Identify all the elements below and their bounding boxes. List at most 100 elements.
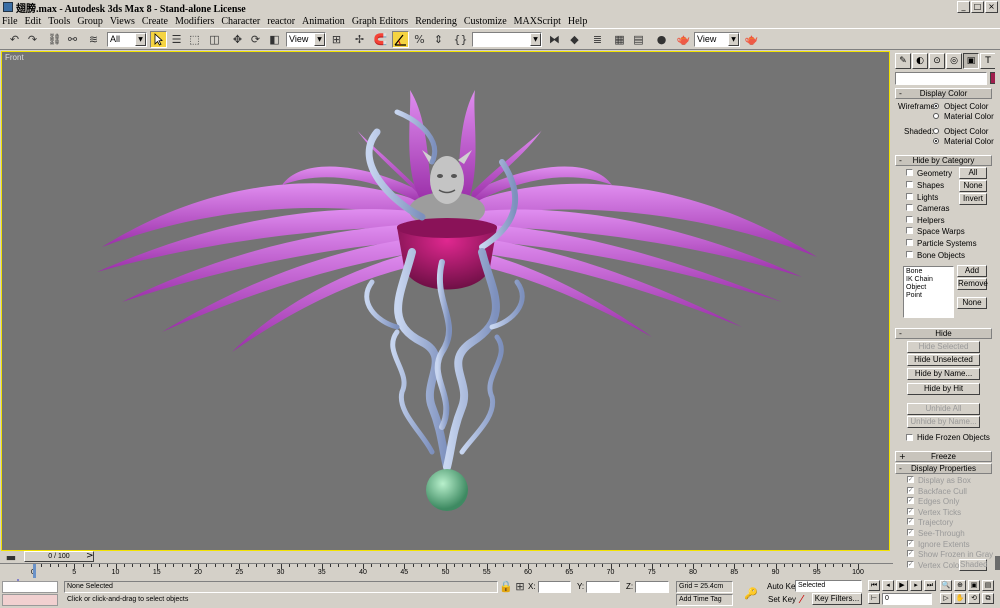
display-color-rollout[interactable]: - Display Color: [895, 88, 992, 99]
maxscript-listener-top[interactable]: [2, 581, 58, 593]
display-properties-rollout[interactable]: - Display Properties: [895, 463, 992, 474]
create-tab-icon[interactable]: ✎: [895, 53, 911, 69]
hide-selected-button[interactable]: Hide Selected: [907, 341, 980, 353]
maximize-button[interactable]: □: [971, 1, 984, 13]
go-to-start-icon[interactable]: ⏮: [868, 580, 880, 591]
hide-by-name-button[interactable]: Hide by Name...: [907, 368, 980, 380]
hide-by-hit-button[interactable]: Hide by Hit: [907, 383, 980, 395]
utilities-tab-icon[interactable]: T: [980, 53, 996, 69]
geometry-checkbox[interactable]: [906, 169, 913, 176]
hide-frozen-checkbox[interactable]: [906, 434, 913, 441]
menu-rendering[interactable]: Rendering: [415, 16, 457, 27]
hide-unselected-button[interactable]: Hide Unselected: [907, 354, 980, 366]
cameras-checkbox[interactable]: [906, 204, 913, 211]
unhide-all-button[interactable]: Unhide All: [907, 403, 980, 415]
select-and-scale-icon[interactable]: ◧: [266, 31, 283, 48]
menu-tools[interactable]: Tools: [48, 16, 70, 27]
vertex-colors-shaded-button[interactable]: Shaded: [959, 559, 988, 571]
close-button[interactable]: ×: [985, 1, 998, 13]
redo-icon[interactable]: ↷: [24, 31, 41, 48]
quick-render-icon[interactable]: 🫖: [743, 31, 760, 48]
mirror-icon[interactable]: ⧓: [546, 31, 563, 48]
window-crossing-icon[interactable]: ◫: [206, 31, 223, 48]
particle-systems-checkbox[interactable]: [906, 239, 913, 246]
spinner-snap-icon[interactable]: ⇕: [430, 31, 447, 48]
z-coordinate-field[interactable]: [635, 581, 669, 593]
lock-selection-icon[interactable]: 🔒: [499, 580, 513, 593]
zoom-extents-all-icon[interactable]: ▤: [982, 580, 994, 591]
time-slider[interactable]: 0 / 100: [24, 551, 94, 562]
helpers-checkbox[interactable]: [906, 216, 913, 223]
undo-icon[interactable]: ↶: [6, 31, 23, 48]
minimize-button[interactable]: _: [957, 1, 970, 13]
current-frame-field[interactable]: 0: [882, 593, 932, 605]
scrollbar-thumb[interactable]: [995, 556, 1000, 570]
hide-by-category-rollout[interactable]: - Hide by Category: [895, 155, 992, 166]
schematic-view-icon[interactable]: ▤: [630, 31, 647, 48]
trajectory-checkbox[interactable]: ✓: [907, 518, 914, 525]
pan-icon[interactable]: ✋: [954, 593, 966, 604]
timeline-ruler[interactable]: 0510152025303540455055606570758085909510…: [0, 563, 893, 579]
hierarchy-tab-icon[interactable]: ⊙: [929, 53, 945, 69]
motion-tab-icon[interactable]: ◎: [946, 53, 962, 69]
space-warps-checkbox[interactable]: [906, 227, 913, 234]
see-through-checkbox[interactable]: ✓: [907, 529, 914, 536]
category-remove-button[interactable]: Remove: [957, 278, 988, 290]
vertex-ticks-checkbox[interactable]: ✓: [907, 508, 914, 515]
category-invert-button[interactable]: Invert: [959, 193, 987, 205]
zoom-extents-icon[interactable]: ▣: [968, 580, 980, 591]
freeze-rollout[interactable]: + Freeze: [895, 451, 992, 462]
absolute-mode-icon[interactable]: ⊞: [514, 580, 526, 593]
render-scene-icon[interactable]: 🫖: [675, 31, 692, 48]
layer-manager-icon[interactable]: ≣: [589, 31, 606, 48]
maximize-viewport-icon[interactable]: ⧉: [982, 593, 994, 604]
wireframe-object-color-radio[interactable]: [933, 103, 939, 109]
menu-graph-editors[interactable]: Graph Editors: [352, 16, 408, 27]
select-and-move-icon[interactable]: ✥: [229, 31, 246, 48]
named-selection-sets-dropdown[interactable]: ▼: [472, 32, 542, 47]
set-key-button[interactable]: Set Key: [768, 595, 796, 604]
menu-animation[interactable]: Animation: [302, 16, 345, 27]
field-of-view-icon[interactable]: ▷: [940, 593, 952, 604]
category-none-button[interactable]: None: [959, 180, 987, 192]
modify-tab-icon[interactable]: ◐: [912, 53, 928, 69]
menu-file[interactable]: File: [2, 16, 18, 27]
selection-filter-dropdown[interactable]: All ▼: [107, 32, 147, 47]
show-frozen-gray-checkbox[interactable]: ✓: [907, 550, 914, 557]
list-item[interactable]: Bone: [906, 268, 951, 276]
arc-rotate-icon[interactable]: ⟲: [968, 593, 980, 604]
object-name-field[interactable]: [895, 72, 987, 85]
percent-snap-icon[interactable]: %: [411, 31, 428, 48]
curve-editor-icon[interactable]: ▦: [611, 31, 628, 48]
list-item[interactable]: IK Chain Object: [906, 276, 951, 292]
rectangular-selection-icon[interactable]: ⬚: [186, 31, 203, 48]
menu-reactor[interactable]: reactor: [267, 16, 295, 27]
select-and-manipulate-icon[interactable]: ✢: [351, 31, 368, 48]
key-mode-toggle-icon[interactable]: ⊢: [868, 593, 880, 604]
shaded-object-color-radio[interactable]: [933, 128, 939, 134]
select-by-name-icon[interactable]: ☰: [168, 31, 185, 48]
unhide-by-name-button[interactable]: Unhide by Name...: [907, 416, 980, 428]
snaps-toggle-icon[interactable]: 🧲: [372, 31, 389, 48]
render-type-dropdown[interactable]: View ▼: [694, 32, 740, 47]
category-list-none-button[interactable]: None: [957, 297, 987, 309]
menu-group[interactable]: Group: [77, 16, 103, 27]
go-to-end-icon[interactable]: ⏭: [924, 580, 936, 591]
category-list[interactable]: Bone IK Chain Object Point: [903, 266, 954, 318]
category-add-button[interactable]: Add: [957, 265, 987, 277]
menu-character[interactable]: Character: [221, 16, 260, 27]
backface-cull-checkbox[interactable]: ✓: [907, 487, 914, 494]
command-panel-scrollbar[interactable]: [995, 51, 1000, 571]
pivot-center-icon[interactable]: ⊞: [328, 31, 345, 48]
hide-rollout[interactable]: - Hide: [895, 328, 992, 339]
time-slider-right-arrow-icon[interactable]: >: [86, 551, 94, 561]
category-all-button[interactable]: All: [959, 167, 987, 179]
menu-edit[interactable]: Edit: [25, 16, 42, 27]
key-mode-icon[interactable]: 🔑: [740, 583, 762, 603]
ignore-extents-checkbox[interactable]: ✓: [907, 540, 914, 547]
add-time-tag-field[interactable]: Add Time Tag: [676, 594, 733, 606]
menu-views[interactable]: Views: [110, 16, 135, 27]
shapes-checkbox[interactable]: [906, 181, 913, 188]
select-and-rotate-icon[interactable]: ⟳: [247, 31, 264, 48]
shaded-material-color-radio[interactable]: [933, 138, 939, 144]
